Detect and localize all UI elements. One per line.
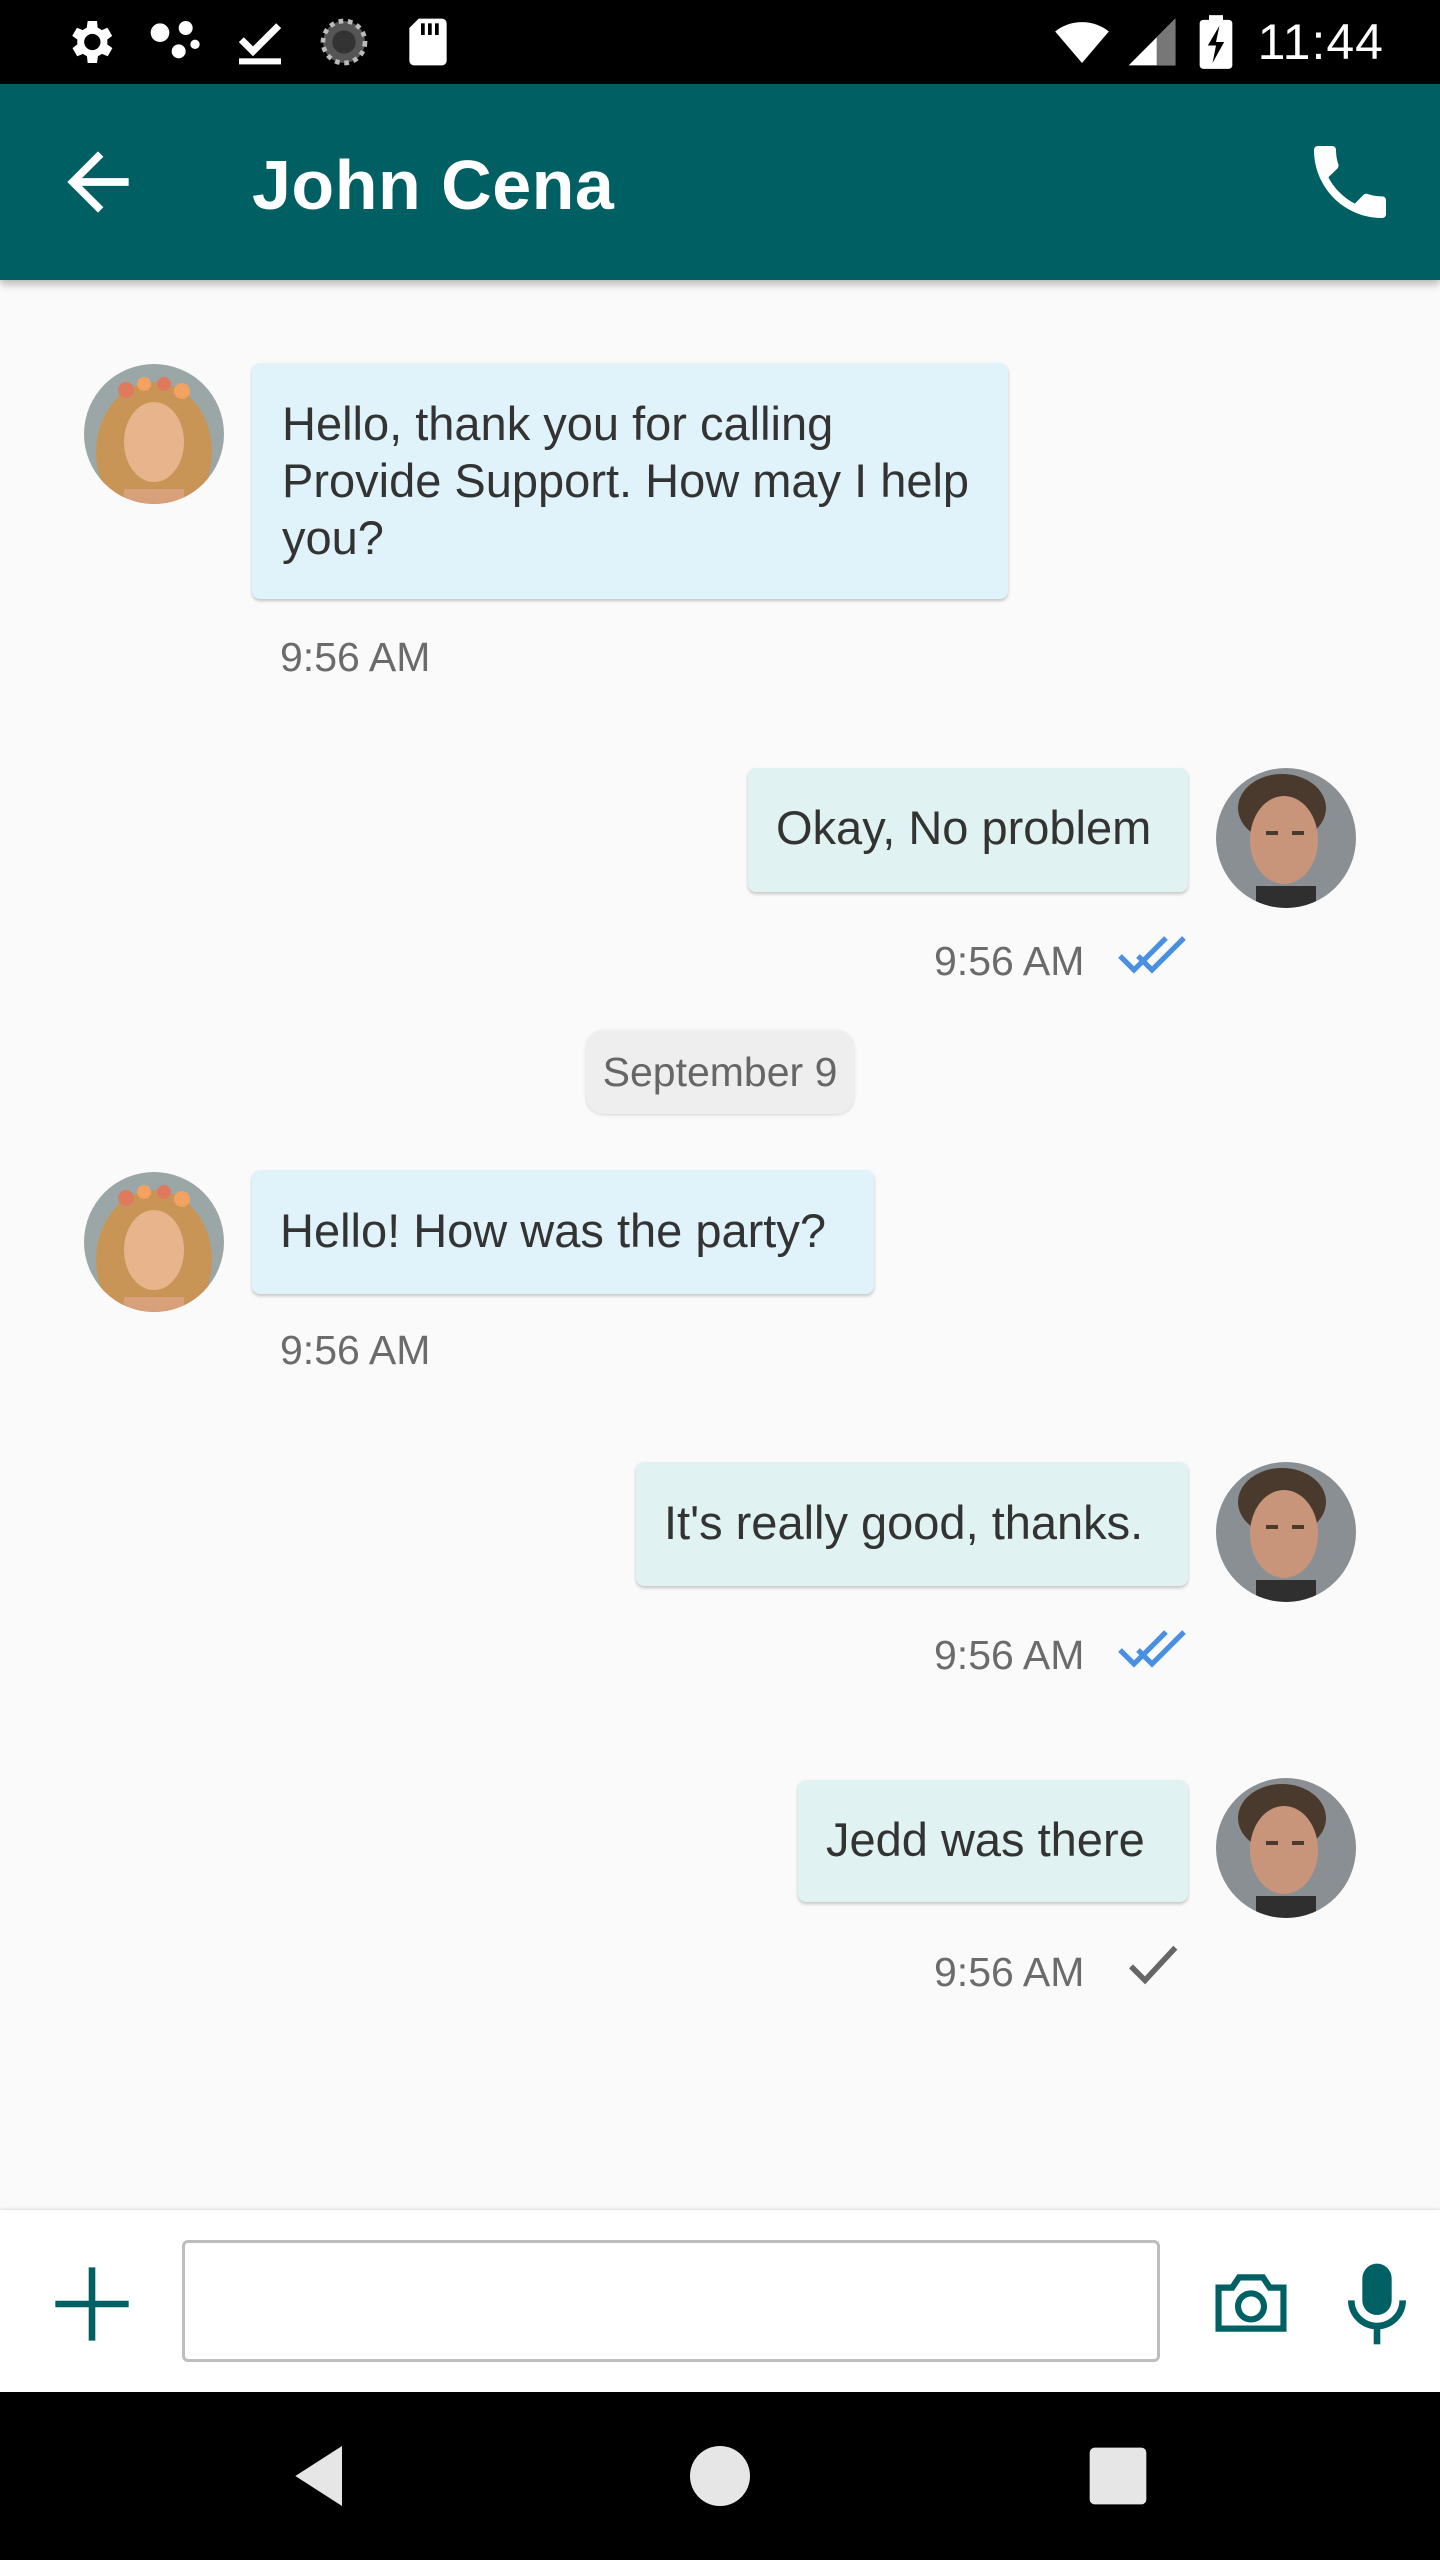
home-icon: [690, 2446, 750, 2506]
user-avatar: [1216, 768, 1356, 908]
message-input[interactable]: [182, 2240, 1160, 2362]
nav-home-button[interactable]: [680, 2436, 760, 2516]
message-time: 9:56 AM: [280, 634, 431, 680]
user-avatar: [1216, 1778, 1356, 1918]
nav-recents-button[interactable]: [1078, 2436, 1158, 2516]
page-title: John Cena: [252, 146, 615, 224]
cell-signal-icon: [1128, 18, 1176, 66]
attach-button[interactable]: [48, 2260, 136, 2348]
settings-icon: [72, 21, 113, 63]
sent-check-icon: [1129, 1945, 1178, 1985]
sd-card-icon: [409, 18, 447, 66]
message-bubble[interactable]: It's really good, thanks.: [636, 1462, 1188, 1586]
message-time: 9:56 AM: [934, 938, 1085, 984]
arrow-back-icon: [67, 151, 129, 213]
contact-avatar: [84, 1172, 224, 1312]
message-bubble[interactable]: Jedd was there: [798, 1780, 1188, 1902]
status-time: 11:44: [1257, 14, 1384, 70]
camera-icon: [1215, 2274, 1287, 2332]
message-time: 9:56 AM: [934, 1632, 1085, 1678]
message-bubble[interactable]: Hello, thank you for calling Provide Sup…: [252, 363, 1008, 599]
back-button[interactable]: [52, 136, 144, 228]
read-receipt-icon: [1118, 936, 1186, 974]
sync-icon: [320, 18, 368, 66]
dots-icon: [150, 21, 200, 59]
battery-charging-icon: [1199, 15, 1233, 69]
microphone-button[interactable]: [1344, 2260, 1410, 2348]
date-separator: September 9: [586, 1030, 854, 1114]
phone-icon: [1314, 146, 1386, 218]
message-bubble[interactable]: Hello! How was the party?: [252, 1170, 874, 1294]
call-button[interactable]: [1302, 134, 1398, 230]
app-bar: [0, 84, 1440, 280]
message-time: 9:56 AM: [934, 1949, 1085, 1995]
nav-back-button[interactable]: [282, 2436, 362, 2516]
contact-avatar: [84, 364, 224, 504]
message-time: 9:56 AM: [280, 1327, 431, 1373]
back-icon: [295, 2446, 342, 2506]
message-bubble[interactable]: Okay, No problem: [748, 768, 1188, 892]
add-icon: [55, 2267, 129, 2341]
status-bar: 11:44: [0, 0, 1440, 84]
user-avatar: [1216, 1462, 1356, 1602]
microphone-icon: [1348, 2263, 1406, 2345]
wifi-icon: [1055, 22, 1109, 63]
download-done-icon: [238, 23, 282, 65]
read-receipt-icon: [1118, 1630, 1186, 1668]
camera-button[interactable]: [1210, 2262, 1292, 2344]
recents-icon: [1089, 2447, 1147, 2505]
